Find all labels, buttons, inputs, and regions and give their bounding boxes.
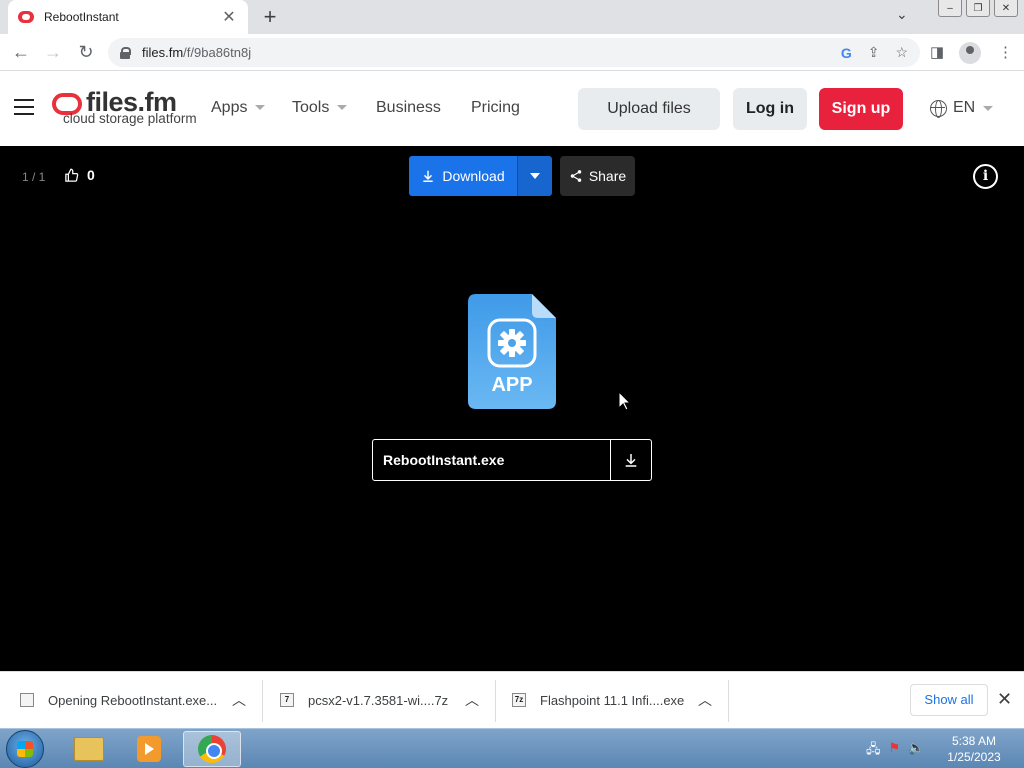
network-icon[interactable]: 🖧	[866, 740, 881, 762]
clock-time: 5:38 AM	[951, 734, 997, 748]
mouse-cursor-icon	[619, 392, 631, 411]
windows-taskbar: 🖧 ⚑ 🔈 5:38 AM 1/25/2023	[0, 728, 1024, 768]
thumbs-up-icon	[65, 168, 79, 182]
volume-icon[interactable]: 🔈	[908, 740, 924, 762]
tab-close-icon[interactable]: ✕	[220, 7, 238, 27]
nav-pricing[interactable]: Pricing	[471, 99, 520, 117]
taskbar-media-player[interactable]	[120, 731, 178, 767]
download-icon	[625, 454, 637, 467]
chevron-down-icon	[983, 105, 994, 111]
7z-file-icon: 7z	[512, 693, 526, 707]
start-button[interactable]	[6, 730, 44, 768]
nav-tools[interactable]: Tools	[292, 99, 348, 117]
minimize-button[interactable]: –	[938, 0, 962, 17]
logo-tagline: cloud storage platform	[63, 111, 197, 126]
separator	[495, 680, 496, 722]
url-host: files.fm	[142, 45, 184, 60]
share-icon	[570, 170, 582, 182]
browser-tab[interactable]: RebootInstant ✕	[8, 0, 248, 34]
separator	[728, 680, 729, 722]
back-arrow-icon[interactable]: ←	[10, 42, 32, 62]
file-download-button[interactable]	[610, 440, 651, 480]
nav-tools-label: Tools	[292, 99, 330, 116]
taskbar-explorer[interactable]	[60, 731, 118, 767]
window-controls: – ❐ ✕	[938, 0, 1018, 17]
chevron-down-icon	[337, 105, 348, 111]
file-name: RebootInstant.exe	[383, 452, 505, 468]
download-icon	[423, 170, 434, 182]
close-window-button[interactable]: ✕	[994, 0, 1018, 17]
system-tray: 🖧 ⚑ 🔈	[866, 740, 924, 762]
action-center-flag-icon[interactable]: ⚑	[889, 740, 901, 762]
download-button[interactable]: Download	[409, 156, 517, 196]
globe-icon	[930, 99, 947, 118]
address-bar[interactable]: files.fm/f/9ba86tn8j G ⇪ ☆	[108, 38, 920, 67]
reload-icon[interactable]: ↻	[75, 42, 97, 62]
profile-avatar-icon[interactable]	[959, 42, 981, 64]
language-selector[interactable]: EN	[930, 99, 994, 118]
7z-file-icon: 7	[280, 693, 294, 707]
url-text[interactable]: files.fm/f/9ba86tn8j	[142, 45, 825, 60]
share-page-icon[interactable]: ⇪	[868, 44, 880, 61]
close-icon[interactable]: ✕	[997, 689, 1012, 710]
tab-strip: RebootInstant ✕ + ⌄ – ❐ ✕	[0, 0, 1024, 34]
like-button[interactable]: 0	[64, 167, 95, 183]
download-options-button[interactable]	[517, 156, 552, 196]
show-all-downloads-button[interactable]: Show all	[910, 684, 988, 716]
site-header: files.fm cloud storage platform Apps Too…	[0, 71, 1024, 146]
browser-menu-icon[interactable]: ⋮	[998, 43, 1013, 61]
folder-icon	[74, 737, 104, 761]
google-translate-icon[interactable]: G	[841, 45, 852, 61]
exe-file-icon	[20, 693, 34, 707]
nav-apps-label: Apps	[211, 99, 248, 116]
bookmark-star-icon[interactable]: ☆	[895, 44, 908, 61]
tab-search-chevron-icon[interactable]: ⌄	[896, 6, 908, 23]
file-name-box: RebootInstant.exe	[372, 439, 652, 481]
upload-files-button[interactable]: Upload files	[578, 88, 720, 130]
system-clock[interactable]: 5:38 AM 1/25/2023	[944, 733, 1004, 765]
chrome-icon	[198, 735, 226, 763]
clock-date: 1/25/2023	[947, 750, 1001, 764]
restore-button[interactable]: ❐	[966, 0, 990, 17]
download-shelf: Opening RebootInstant.exe... ︿ 7 pcsx2-v…	[0, 671, 1024, 728]
login-button[interactable]: Log in	[733, 88, 807, 130]
new-tab-button[interactable]: +	[258, 4, 282, 30]
download-item-label: Flashpoint 11.1 Infi....exe	[540, 692, 685, 708]
share-label: Share	[588, 168, 627, 184]
files-fm-favicon-icon	[18, 11, 34, 23]
taskbar-chrome[interactable]	[183, 731, 241, 767]
download-item[interactable]: Opening RebootInstant.exe...	[20, 672, 217, 728]
download-item[interactable]: 7 pcsx2-v1.7.3581-wi....7z	[280, 672, 448, 728]
download-button-group: Download	[409, 156, 552, 196]
browser-toolbar: ← → ↻ files.fm/f/9ba86tn8j G ⇪ ☆ ◨ ⋮	[0, 34, 1024, 71]
media-player-icon	[137, 736, 161, 762]
download-item-label: Opening RebootInstant.exe...	[48, 692, 218, 708]
app-file-icon: APP	[468, 294, 556, 409]
url-path: /f/9ba86tn8j	[183, 45, 252, 60]
chevron-up-icon[interactable]: ︿	[465, 690, 479, 710]
hamburger-menu-icon[interactable]	[14, 99, 34, 115]
chevron-up-icon[interactable]: ︿	[232, 690, 246, 710]
nav-apps[interactable]: Apps	[211, 99, 266, 117]
download-label: Download	[442, 168, 505, 184]
language-code: EN	[953, 99, 976, 116]
separator	[262, 680, 263, 722]
side-panel-icon[interactable]: ◨	[930, 43, 944, 61]
caret-down-icon	[530, 173, 540, 179]
info-icon[interactable]: i	[973, 164, 998, 189]
file-type-label: APP	[491, 374, 532, 396]
chevron-down-icon	[255, 105, 266, 111]
tab-title: RebootInstant	[44, 10, 119, 24]
share-button[interactable]: Share	[560, 156, 635, 196]
chevron-up-icon[interactable]: ︿	[698, 690, 712, 710]
lock-icon[interactable]	[120, 46, 131, 59]
nav-business[interactable]: Business	[376, 99, 441, 117]
file-viewer: 1 / 1 0 Download Share i APP RebootInsta…	[0, 146, 1024, 671]
forward-arrow-icon[interactable]: →	[42, 42, 64, 62]
download-item-label: pcsx2-v1.7.3581-wi....7z	[308, 692, 449, 708]
file-counter: 1 / 1	[22, 170, 46, 184]
signup-button[interactable]: Sign up	[819, 88, 903, 130]
like-count: 0	[87, 167, 95, 183]
download-item[interactable]: 7z Flashpoint 11.1 Infi....exe	[512, 672, 684, 728]
